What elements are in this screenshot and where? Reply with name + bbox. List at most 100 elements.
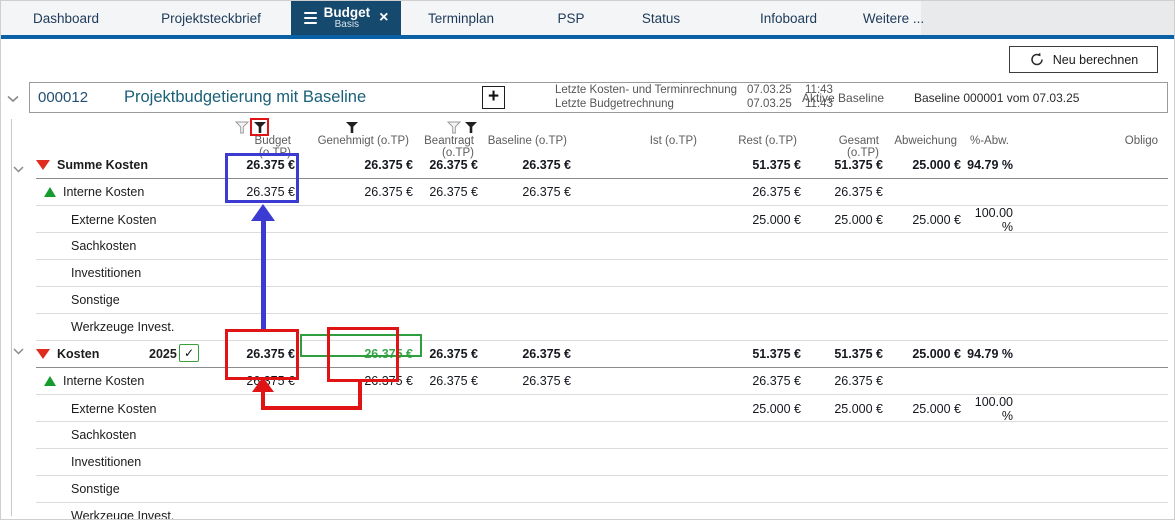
cell-budget[interactable]	[231, 395, 301, 423]
cell-pabw[interactable]	[967, 503, 1019, 519]
cell-budget[interactable]	[231, 503, 301, 519]
cell-ist[interactable]	[577, 314, 707, 340]
cell-pabw[interactable]	[967, 287, 1019, 313]
cell-gesamt[interactable]	[807, 503, 889, 519]
cell-ist[interactable]	[577, 179, 707, 205]
cell-baseline[interactable]	[484, 206, 577, 234]
cell-ist[interactable]	[577, 422, 707, 448]
tab-terminplan[interactable]: Terminplan	[416, 1, 506, 35]
cell-obligo[interactable]	[1019, 152, 1168, 178]
cell-rest[interactable]	[707, 449, 807, 475]
cell-pabw[interactable]: 100.00 %	[967, 206, 1019, 234]
cell-abweichung[interactable]	[889, 314, 967, 340]
cell-obligo[interactable]	[1019, 476, 1168, 502]
cell-genehmigt[interactable]	[301, 395, 419, 423]
cell-beantragt[interactable]: 26.375 €	[419, 368, 484, 394]
cell-baseline[interactable]	[484, 287, 577, 313]
cell-baseline[interactable]	[484, 260, 577, 286]
cell-gesamt[interactable]: 25.000 €	[807, 206, 889, 234]
cell-pabw[interactable]	[967, 179, 1019, 205]
tab-psp[interactable]: PSP	[541, 1, 601, 35]
cell-rest[interactable]	[707, 260, 807, 286]
cell-pabw[interactable]	[967, 233, 1019, 259]
cell-ist[interactable]	[577, 449, 707, 475]
cell-genehmigt[interactable]	[301, 233, 419, 259]
cell-obligo[interactable]	[1019, 368, 1168, 394]
cell-rest[interactable]: 26.375 €	[707, 368, 807, 394]
cell-gesamt[interactable]: 25.000 €	[807, 395, 889, 423]
cell-beantragt[interactable]: 26.375 €	[419, 341, 484, 367]
cell-obligo[interactable]	[1019, 233, 1168, 259]
cell-ist[interactable]	[577, 395, 707, 423]
cell-rest[interactable]: 25.000 €	[707, 206, 807, 234]
close-icon[interactable]: ×	[379, 10, 388, 26]
table-row[interactable]: Interne Kosten 26.375 € 26.375 € 26.375 …	[36, 368, 1168, 395]
cell-obligo[interactable]	[1019, 260, 1168, 286]
cell-abweichung[interactable]	[889, 368, 967, 394]
table-row[interactable]: Sonstige	[36, 476, 1168, 503]
cell-obligo[interactable]	[1019, 503, 1168, 519]
cell-rest[interactable]: 51.375 €	[707, 152, 807, 178]
cell-genehmigt[interactable]: 26.375 €	[301, 368, 419, 394]
cell-beantragt[interactable]	[419, 260, 484, 286]
cell-obligo[interactable]	[1019, 287, 1168, 313]
cell-abweichung[interactable]	[889, 422, 967, 448]
cell-pabw[interactable]: 94.79 %	[967, 341, 1019, 367]
cell-pabw[interactable]	[967, 449, 1019, 475]
cell-beantragt[interactable]	[419, 422, 484, 448]
cell-budget[interactable]: 26.375 €	[231, 341, 301, 367]
cell-beantragt[interactable]	[419, 503, 484, 519]
cell-ist[interactable]	[577, 368, 707, 394]
tab-dashboard[interactable]: Dashboard	[21, 1, 111, 35]
cell-abweichung[interactable]	[889, 476, 967, 502]
cell-budget[interactable]: 26.375 €	[231, 368, 301, 394]
cell-rest[interactable]	[707, 476, 807, 502]
row-expand-chevron[interactable]	[13, 342, 24, 360]
cell-ist[interactable]	[577, 287, 707, 313]
cell-genehmigt[interactable]	[301, 476, 419, 502]
cell-ist[interactable]	[577, 503, 707, 519]
cell-obligo[interactable]	[1019, 395, 1168, 423]
cell-rest[interactable]	[707, 233, 807, 259]
cell-baseline[interactable]	[484, 422, 577, 448]
cell-pabw[interactable]	[967, 260, 1019, 286]
cell-rest[interactable]	[707, 422, 807, 448]
cell-rest[interactable]	[707, 503, 807, 519]
tab-budget[interactable]: Budget Basis ×	[291, 1, 401, 35]
cell-budget[interactable]: 26.375 €	[231, 152, 301, 178]
cell-obligo[interactable]	[1019, 422, 1168, 448]
cell-baseline[interactable]	[484, 449, 577, 475]
cell-budget[interactable]: 26.375 €	[231, 179, 301, 205]
cell-ist[interactable]	[577, 233, 707, 259]
cell-rest[interactable]: 51.375 €	[707, 341, 807, 367]
cell-budget[interactable]	[231, 206, 301, 234]
cell-budget[interactable]	[231, 422, 301, 448]
cell-abweichung[interactable]: 25.000 €	[889, 395, 967, 423]
table-row[interactable]: Werkzeuge Invest.	[36, 314, 1168, 341]
table-row[interactable]: Sachkosten	[36, 422, 1168, 449]
table-row[interactable]: Werkzeuge Invest.	[36, 503, 1168, 519]
cell-ist[interactable]	[577, 260, 707, 286]
cell-abweichung[interactable]	[889, 233, 967, 259]
cell-genehmigt[interactable]: 26.375 €	[301, 341, 419, 367]
cell-baseline[interactable]: 26.375 €	[484, 152, 577, 178]
cell-pabw[interactable]	[967, 476, 1019, 502]
cell-abweichung[interactable]: 25.000 €	[889, 341, 967, 367]
cell-baseline[interactable]	[484, 233, 577, 259]
cell-gesamt[interactable]	[807, 476, 889, 502]
cell-genehmigt[interactable]	[301, 260, 419, 286]
cell-pabw[interactable]: 94.79 %	[967, 152, 1019, 178]
cell-baseline[interactable]	[484, 476, 577, 502]
cell-abweichung[interactable]: 25.000 €	[889, 152, 967, 178]
cell-pabw[interactable]	[967, 314, 1019, 340]
cell-baseline[interactable]: 26.375 €	[484, 179, 577, 205]
cell-budget[interactable]	[231, 260, 301, 286]
cell-obligo[interactable]	[1019, 314, 1168, 340]
cell-gesamt[interactable]	[807, 422, 889, 448]
cell-gesamt[interactable]: 26.375 €	[807, 179, 889, 205]
cell-genehmigt[interactable]	[301, 314, 419, 340]
cell-rest[interactable]: 25.000 €	[707, 395, 807, 423]
cell-beantragt[interactable]	[419, 233, 484, 259]
cell-gesamt[interactable]	[807, 287, 889, 313]
cell-rest[interactable]: 26.375 €	[707, 179, 807, 205]
